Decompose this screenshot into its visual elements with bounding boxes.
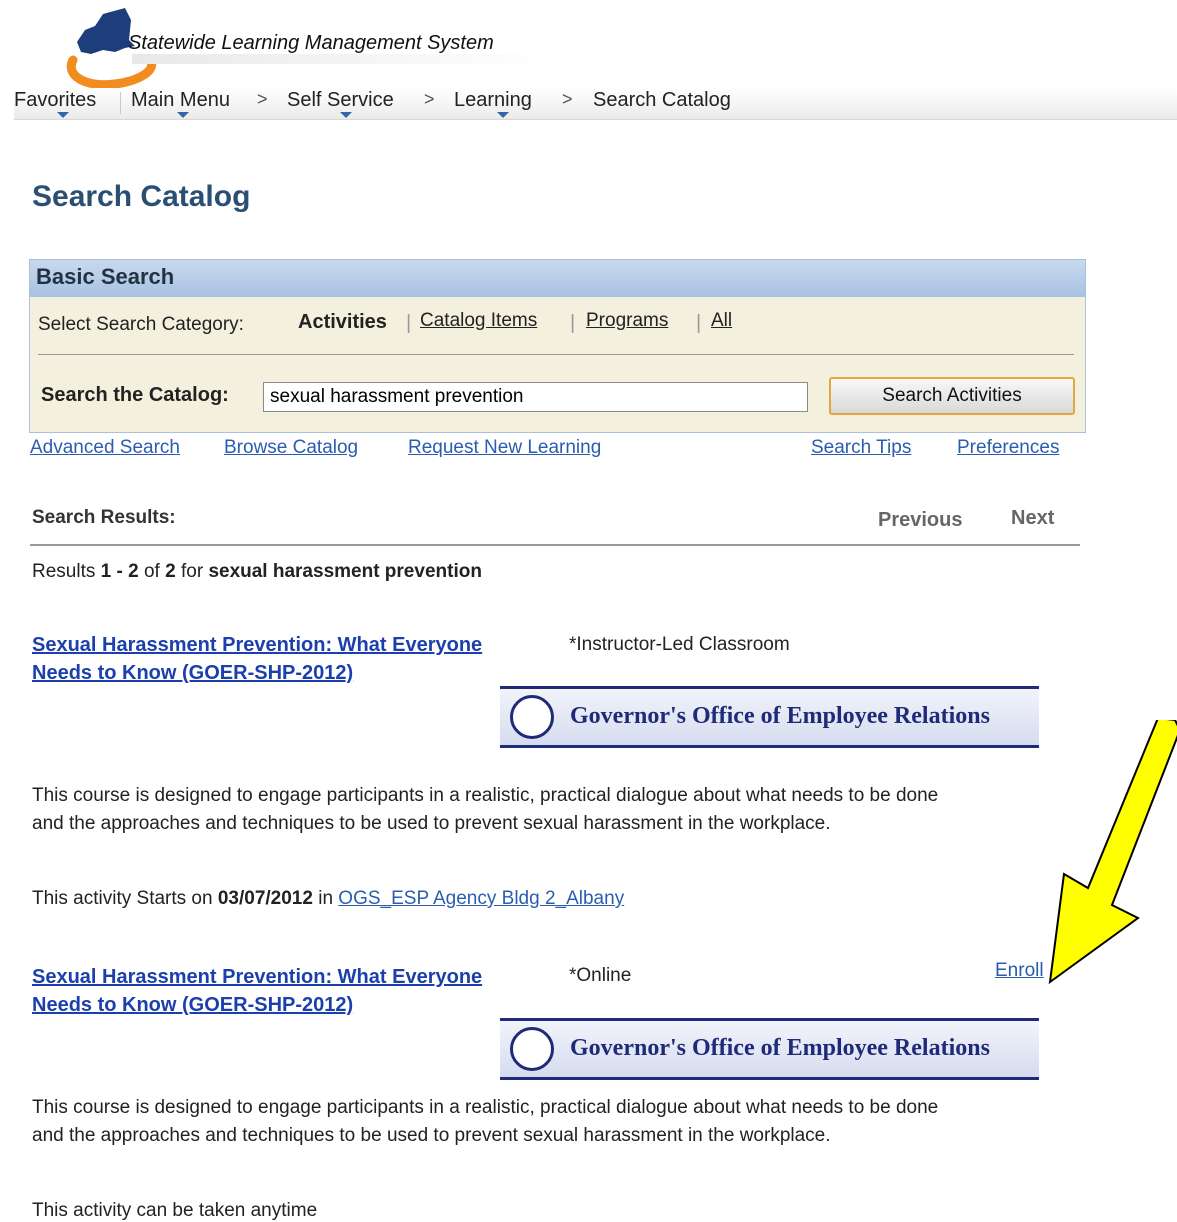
chevron-down-icon[interactable] [57,112,69,118]
goer-banner: Governor's Office of Employee Relations [500,1018,1039,1080]
basic-search-header: Basic Search [30,260,1085,297]
description-line: and the approaches and techniques to be … [32,813,831,834]
nav-learning[interactable]: Learning [454,89,532,112]
course-title-line[interactable]: Sexual Harassment Prevention: What Every… [32,966,482,988]
request-new-learning-link[interactable]: Request New Learning [408,437,601,459]
description-line: This course is designed to engage partic… [32,785,939,806]
tab-all[interactable]: All [711,310,732,332]
breadcrumb-nav: Favorites Main Menu > Self Service > Lea… [14,88,1177,120]
summary-query: sexual harassment prevention [208,561,482,582]
summary-text: Results [32,561,96,582]
tab-programs[interactable]: Programs [586,310,668,332]
start-text: This activity Starts on [32,888,213,909]
goer-emblem-icon [510,695,554,739]
tab-catalog-items[interactable]: Catalog Items [420,310,537,332]
start-date: 03/07/2012 [217,888,313,909]
browse-catalog-link[interactable]: Browse Catalog [224,437,358,459]
advanced-search-link[interactable]: Advanced Search [30,437,180,459]
activity-start: This activity Starts on 03/07/2012 in OG… [32,888,624,910]
nav-main-menu[interactable]: Main Menu [131,89,230,112]
category-divider: | [696,312,702,334]
course-description: This course is designed to engage partic… [32,1094,1092,1150]
previous-button[interactable]: Previous [878,509,962,532]
category-divider: | [406,312,412,334]
breadcrumb-separator: > [257,89,268,109]
breadcrumb-separator: > [562,89,573,109]
basic-search-title: Basic Search [36,264,175,289]
location-link[interactable]: OGS_ESP Agency Bldg 2_Albany [338,888,624,909]
course-title-line[interactable]: Sexual Harassment Prevention: What Every… [32,634,482,656]
app-title-reflection [132,54,552,64]
page-title: Search Catalog [32,180,251,213]
nav-self-service[interactable]: Self Service [287,89,394,112]
app-title: Statewide Learning Management System [128,32,494,54]
activity-availability: This activity can be taken anytime [32,1200,318,1221]
summary-range-start: 1 [100,561,112,582]
divider [30,544,1080,546]
course-type: *Online [569,965,632,986]
category-label: Select Search Category: [38,314,244,335]
course-title-link[interactable]: Sexual Harassment Prevention: What Every… [32,631,552,687]
course-title-line[interactable]: Needs to Know (GOER-SHP-2012) [32,994,353,1016]
summary-range-end: 2 [128,561,139,582]
course-title-line[interactable]: Needs to Know (GOER-SHP-2012) [32,662,353,684]
results-summary: Results 1 - 2 of 2 for sexual harassment… [32,561,482,583]
search-tips-link[interactable]: Search Tips [811,437,911,459]
goer-banner-text: Governor's Office of Employee Relations [570,703,990,729]
summary-text: of [143,561,160,582]
goer-banner-text: Governor's Office of Employee Relations [570,1035,990,1061]
annotation-arrow-icon [1048,720,1177,985]
goer-banner: Governor's Office of Employee Relations [500,686,1039,748]
nav-search-catalog[interactable]: Search Catalog [593,89,731,112]
description-line: This course is designed to engage partic… [32,1097,939,1118]
category-divider: | [570,312,576,334]
start-text: in [318,888,334,909]
breadcrumb-separator: > [424,89,435,109]
course-title-link[interactable]: Sexual Harassment Prevention: What Every… [32,963,552,1019]
goer-emblem-icon [510,1027,554,1071]
nav-favorites[interactable]: Favorites [14,89,96,112]
course-type: *Instructor-Led Classroom [569,634,790,655]
search-results-label: Search Results: [32,507,176,528]
preferences-link[interactable]: Preferences [957,437,1059,459]
course-description: This course is designed to engage partic… [32,782,1092,838]
next-button[interactable]: Next [1011,507,1054,530]
summary-total: 2 [165,561,176,582]
chevron-down-icon[interactable] [497,112,509,118]
tab-activities[interactable]: Activities [298,311,387,334]
basic-search-panel: Basic Search Select Search Category: Act… [29,259,1086,433]
description-line: and the approaches and techniques to be … [32,1125,831,1146]
search-catalog-label: Search the Catalog: [41,384,229,406]
search-input[interactable] [263,382,808,412]
summary-dash: - [116,561,123,582]
chevron-down-icon[interactable] [177,112,189,118]
divider [38,354,1074,355]
chevron-down-icon[interactable] [340,112,352,118]
search-activities-button[interactable]: Search Activities [829,377,1075,415]
nav-divider [120,92,121,114]
summary-text: for [180,561,204,582]
